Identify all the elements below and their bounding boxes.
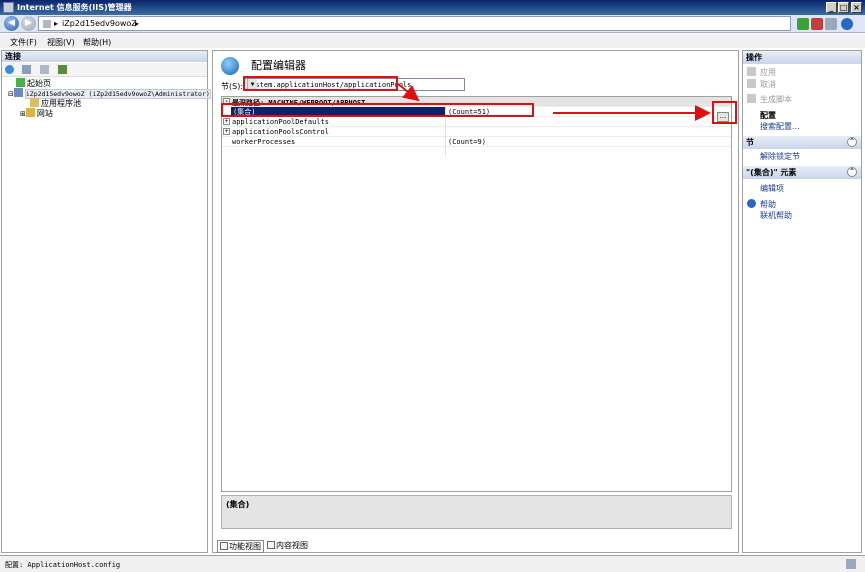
script-icon — [747, 94, 756, 103]
connections-panel: 连接 起始页 ⊟ iZp2d15edv9owoZ (iZp2d15edv9owoZ… — [1, 50, 211, 553]
breadcrumb-server[interactable]: iZp2d15edv9owoZ — [62, 19, 137, 28]
breadcrumb-sep: ▸ — [54, 19, 59, 28]
actions-header: 操作 — [743, 51, 861, 64]
action-help[interactable]: 帮助 — [747, 199, 776, 210]
maximize-button[interactable]: □ — [838, 2, 849, 13]
delete-connection-icon[interactable] — [58, 65, 67, 74]
property-grid: - 最深路径: MACHINE/WEBROOT/APPHOST (集合) (Co… — [221, 96, 732, 492]
expand-icon[interactable]: + — [223, 128, 230, 135]
connections-toolbar — [2, 63, 207, 77]
forward-icon[interactable]: ▶ — [21, 16, 36, 31]
annotation-ellipsis-box — [712, 101, 737, 124]
tab-feature-view[interactable]: 功能视图 — [217, 540, 264, 553]
menu-view[interactable]: 视图(V) — [47, 37, 75, 48]
close-button[interactable]: × — [851, 2, 862, 13]
address-box[interactable]: ▸ iZp2d15edv9owoZ ▸ — [38, 16, 791, 31]
config-editor-panel: 配置编辑器 节(S): system.applicationHost/appli… — [212, 50, 739, 553]
content-view-icon — [267, 541, 275, 549]
action-generate-script[interactable]: 生成脚本 — [747, 94, 792, 105]
action-unlock-section[interactable]: 解除锁定节 — [760, 151, 800, 162]
apply-icon — [747, 67, 756, 76]
menu-bar: 文件(F) 视图(V) 帮助(H) — [0, 34, 865, 48]
save-icon[interactable] — [22, 65, 31, 74]
menu-help[interactable]: 帮助(H) — [83, 37, 111, 48]
iis-app-icon — [3, 2, 14, 13]
connections-header: 连接 — [2, 51, 207, 62]
up-icon[interactable] — [40, 65, 49, 74]
grid-row-worker-processes[interactable]: workerProcesses (Count=9) — [222, 137, 731, 147]
start-page-icon — [16, 78, 25, 87]
refresh-icon[interactable] — [797, 18, 809, 30]
action-cancel[interactable]: 取消 — [747, 79, 776, 90]
expand-icon[interactable]: + — [223, 118, 230, 125]
action-online-help[interactable]: 联机帮助 — [760, 210, 792, 221]
breadcrumb-sep: ▸ — [135, 19, 140, 28]
minimize-button[interactable]: _ — [826, 2, 837, 13]
status-bar: 配置: ApplicationHost.config — [0, 555, 865, 572]
folder-icon — [25, 108, 35, 117]
page-title: 配置编辑器 — [251, 59, 306, 72]
collapse-icon[interactable]: ^ — [847, 167, 857, 177]
config-editor-icon — [221, 57, 239, 75]
action-edit-items[interactable]: 编辑项 — [760, 183, 784, 194]
tab-content-view[interactable]: 内容视图 — [265, 540, 310, 553]
tree-node-server[interactable]: ⊟ iZp2d15edv9owoZ (iZp2d15edv9owoZ\Admini… — [8, 88, 211, 99]
grid-row-pools-control[interactable]: + applicationPoolsControl — [222, 127, 731, 137]
action-apply[interactable]: 应用 — [747, 67, 776, 78]
tree-node-sites[interactable]: ⊞ 网站 — [20, 108, 53, 119]
annotation-section-box — [243, 76, 398, 91]
section-header: 节 ^ — [743, 136, 861, 149]
description-box: (集合) — [221, 495, 732, 529]
status-text: 配置: ApplicationHost.config — [5, 561, 121, 569]
page-icon — [43, 20, 51, 28]
collapse-icon[interactable]: ^ — [847, 137, 857, 147]
grid-row-pool-defaults[interactable]: + applicationPoolDefaults — [222, 117, 731, 127]
app-pool-icon — [30, 98, 39, 107]
config-group-title: 配置 — [760, 111, 776, 120]
help-icon[interactable] — [841, 18, 853, 30]
network-status-icon — [846, 559, 856, 569]
window-title: Internet 信息服务(IIS)管理器 — [17, 3, 132, 12]
title-bar: Internet 信息服务(IIS)管理器 _ □ × — [0, 0, 865, 15]
connect-icon[interactable] — [5, 65, 14, 74]
stop-icon[interactable] — [811, 18, 823, 30]
annotation-row-box — [221, 103, 534, 117]
feature-view-icon — [220, 542, 228, 550]
action-search-config[interactable]: 搜索配置... — [760, 121, 800, 132]
back-icon[interactable]: ◀ — [4, 16, 19, 31]
address-bar: ◀ ▶ ▸ iZp2d15edv9owoZ ▸ — [0, 15, 865, 33]
section-label: 节(S): — [221, 82, 244, 91]
cancel-icon — [747, 79, 756, 88]
help-icon — [747, 199, 756, 208]
menu-file[interactable]: 文件(F) — [10, 37, 37, 48]
collection-header: "(集合)" 元素 ^ — [743, 166, 861, 179]
home-icon[interactable] — [825, 18, 837, 30]
actions-panel: 操作 应用 取消 生成脚本 配置 搜索配置... 节 ^ 解除锁定节 "(集合)… — [742, 50, 862, 553]
server-icon — [13, 88, 23, 97]
